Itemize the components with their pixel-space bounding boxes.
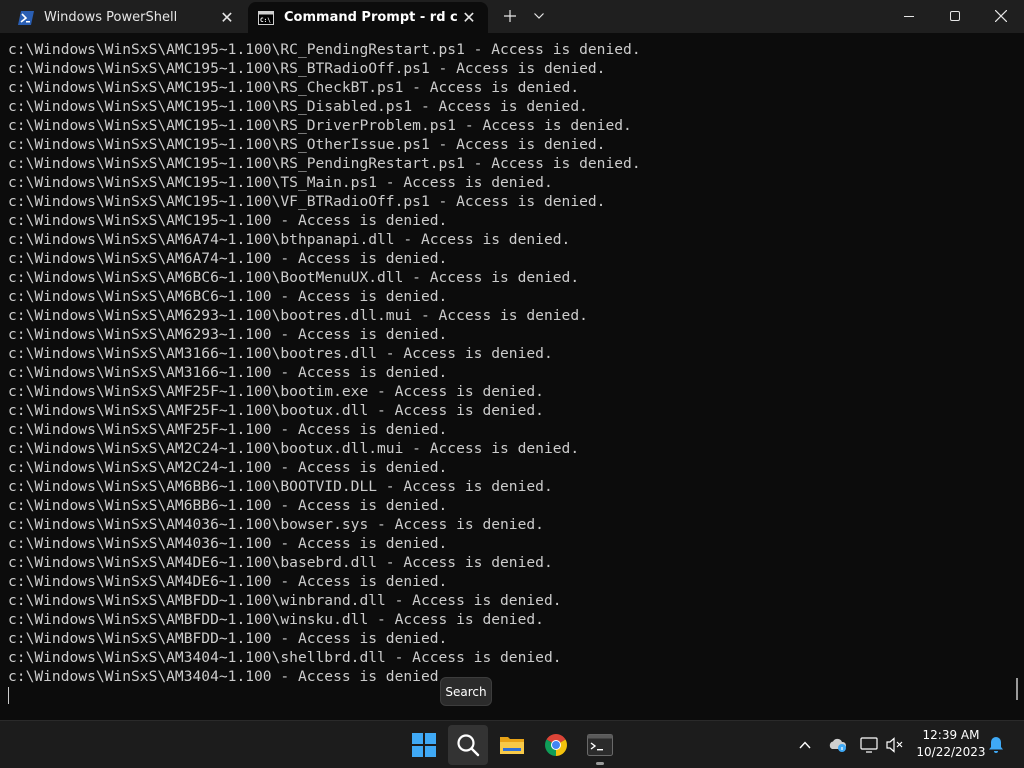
console-output[interactable]: c:\Windows\WinSxS\AMC195~1.100\RC_Pendin… (8, 40, 1008, 716)
tab-command-prompt[interactable]: C:\ Command Prompt - rd c:\ /s ✕ (248, 2, 488, 33)
console-line: c:\Windows\WinSxS\AM6BC6~1.100 - Access … (8, 288, 448, 305)
clock[interactable]: 12:39 AM 10/22/2023 (914, 727, 988, 761)
start-icon[interactable] (404, 725, 444, 765)
console-line: c:\Windows\WinSxS\AMF25F~1.100\bootux.dl… (8, 402, 544, 419)
console-line: c:\Windows\WinSxS\AMC195~1.100\RS_BTRadi… (8, 60, 606, 77)
console-line: c:\Windows\WinSxS\AM2C24~1.100\bootux.dl… (8, 440, 580, 457)
tab-label: Windows PowerShell (44, 10, 178, 25)
console-line: c:\Windows\WinSxS\AMBFDD~1.100\winsku.dl… (8, 611, 544, 628)
volume-muted-icon[interactable] (884, 729, 906, 761)
console-line: c:\Windows\WinSxS\AM4036~1.100 - Access … (8, 535, 448, 552)
console-line: c:\Windows\WinSxS\AMC195~1.100\RC_Pendin… (8, 41, 641, 58)
chevron-down-icon[interactable] (526, 2, 552, 30)
maximize-button[interactable] (932, 0, 978, 32)
console-line: c:\Windows\WinSxS\AM3166~1.100 - Access … (8, 364, 448, 381)
powershell-icon (18, 10, 34, 26)
text-cursor (8, 687, 9, 704)
console-line: c:\Windows\WinSxS\AMF25F~1.100\bootim.ex… (8, 383, 544, 400)
close-window-button[interactable] (978, 0, 1024, 32)
console-line: c:\Windows\WinSxS\AMBFDD~1.100\winbrand.… (8, 592, 562, 609)
minimize-button[interactable] (886, 0, 932, 32)
console-line: c:\Windows\WinSxS\AMC195~1.100\RS_OtherI… (8, 136, 606, 153)
console-line: c:\Windows\WinSxS\AM4036~1.100\bowser.sy… (8, 516, 544, 533)
taskbar: 12:39 AM 10/22/2023 (0, 720, 1024, 768)
cmd-icon: C:\ (258, 10, 274, 26)
clock-time: 12:39 AM (922, 728, 980, 742)
console-line: c:\Windows\WinSxS\AM3404~1.100 - Access … (8, 668, 448, 685)
console-line: c:\Windows\WinSxS\AM6293~1.100\bootres.d… (8, 307, 588, 324)
console-line: c:\Windows\WinSxS\AM6A74~1.100\bthpanapi… (8, 231, 571, 248)
close-icon[interactable]: ✕ (458, 7, 480, 29)
console-line: c:\Windows\WinSxS\AM3166~1.100\bootres.d… (8, 345, 553, 362)
console-line: c:\Windows\WinSxS\AMC195~1.100\RS_Driver… (8, 117, 632, 134)
screen-icon[interactable] (858, 729, 880, 761)
chrome-icon[interactable] (536, 725, 576, 765)
console-line: c:\Windows\WinSxS\AM6BC6~1.100\BootMenuU… (8, 269, 580, 286)
console-line: c:\Windows\WinSxS\AMC195~1.100\VF_BTRadi… (8, 193, 606, 210)
svg-text:C:\: C:\ (260, 17, 271, 24)
console-line: c:\Windows\WinSxS\AM6A74~1.100 - Access … (8, 250, 448, 267)
console-line: c:\Windows\WinSxS\AMC195~1.100\RS_Disabl… (8, 98, 588, 115)
console-line: c:\Windows\WinSxS\AM3404~1.100\shellbrd.… (8, 649, 562, 666)
running-indicator (596, 762, 604, 765)
console-line: c:\Windows\WinSxS\AM6293~1.100 - Access … (8, 326, 448, 343)
tab-windows-powershell[interactable]: Windows PowerShell ✕ (8, 2, 246, 33)
console-line: c:\Windows\WinSxS\AM2C24~1.100 - Access … (8, 459, 448, 476)
file-explorer-icon[interactable] (492, 725, 532, 765)
scrollbar[interactable] (1016, 678, 1018, 700)
console-line: c:\Windows\WinSxS\AMBFDD~1.100 - Access … (8, 630, 448, 647)
console-line: c:\Windows\WinSxS\AMC195~1.100\RS_Pendin… (8, 155, 641, 172)
search-tooltip: Search (440, 677, 492, 706)
title-bar: Windows PowerShell ✕ C:\ Command Prompt … (0, 0, 1024, 33)
console-line: c:\Windows\WinSxS\AMC195~1.100\RS_CheckB… (8, 79, 580, 96)
search-icon[interactable] (448, 725, 488, 765)
cloud-info-icon[interactable] (826, 729, 850, 761)
chevron-up-icon[interactable] (794, 729, 816, 761)
console-line: c:\Windows\WinSxS\AM6BB6~1.100 - Access … (8, 497, 448, 514)
console-line: c:\Windows\WinSxS\AMF25F~1.100 - Access … (8, 421, 448, 438)
console-line: c:\Windows\WinSxS\AM6BB6~1.100\BOOTVID.D… (8, 478, 553, 495)
terminal-window: Windows PowerShell ✕ C:\ Command Prompt … (0, 0, 1024, 720)
console-line: c:\Windows\WinSxS\AMC195~1.100 - Access … (8, 212, 448, 229)
close-icon[interactable]: ✕ (216, 7, 238, 29)
console-line: c:\Windows\WinSxS\AMC195~1.100\TS_Main.p… (8, 174, 553, 191)
clock-date: 10/22/2023 (916, 745, 986, 759)
console-line: c:\Windows\WinSxS\AM4DE6~1.100 - Access … (8, 573, 448, 590)
notification-bell-icon[interactable] (986, 729, 1006, 761)
tab-label: Command Prompt - rd c:\ /s (284, 10, 458, 25)
plus-icon[interactable] (496, 2, 524, 30)
console-line: c:\Windows\WinSxS\AM4DE6~1.100\basebrd.d… (8, 554, 553, 571)
terminal-icon[interactable] (580, 725, 620, 765)
